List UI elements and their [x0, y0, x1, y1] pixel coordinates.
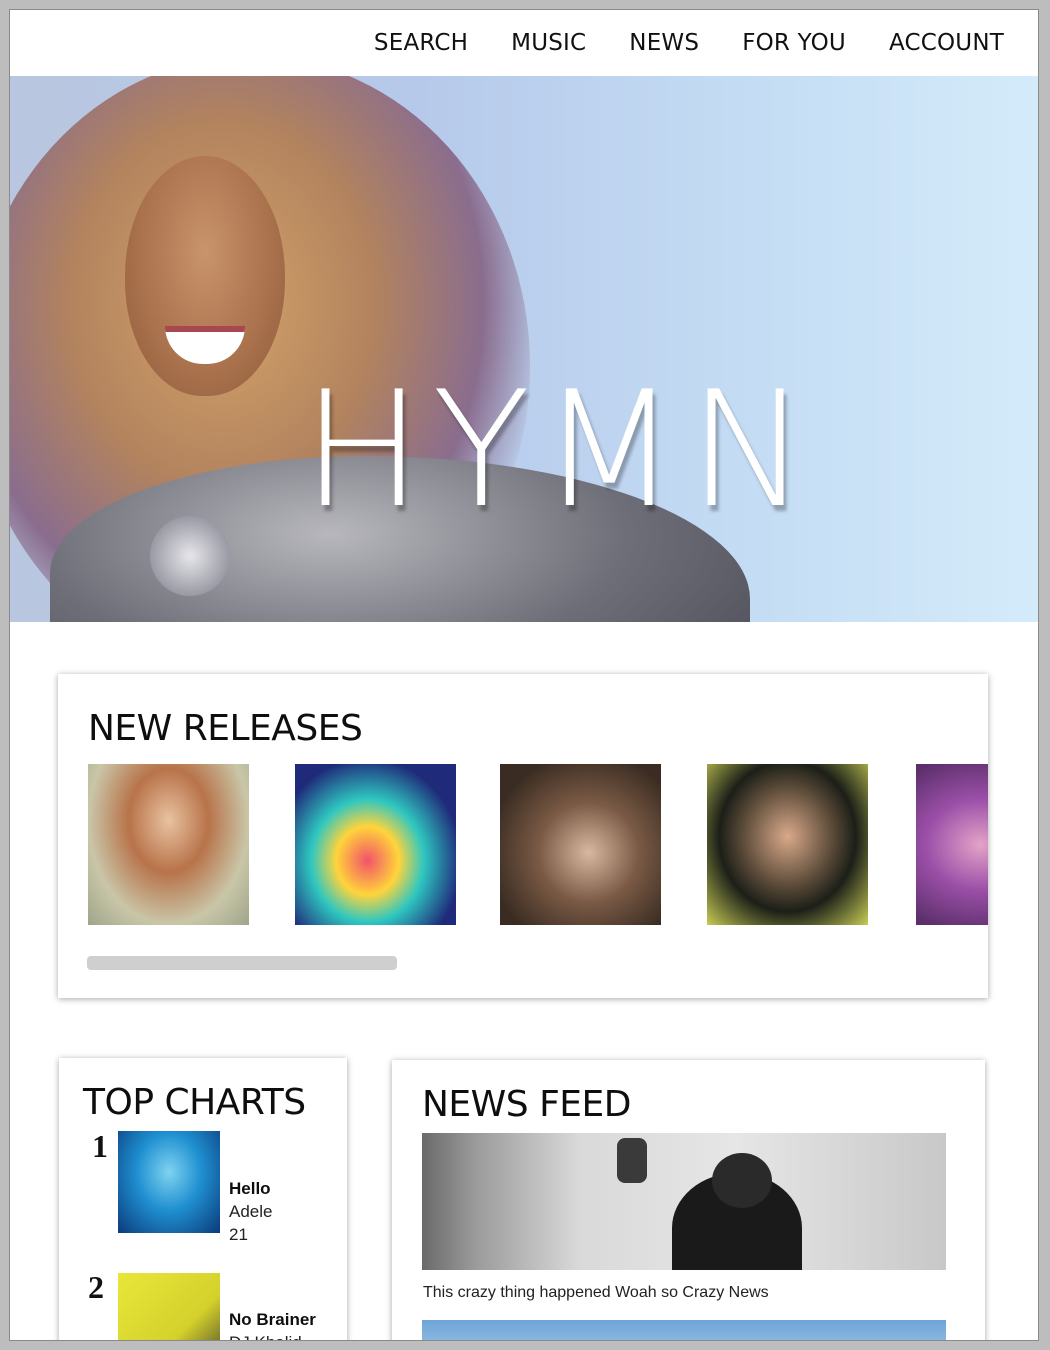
hero-logo: HYMN — [302, 356, 818, 543]
news-feed-title: NEWS FEED — [422, 1084, 632, 1125]
chart-cover-2[interactable] — [118, 1273, 220, 1340]
nav-search[interactable]: SEARCH — [374, 30, 468, 56]
nav-news[interactable]: NEWS — [629, 30, 699, 56]
chart-album-1: 21 — [229, 1225, 248, 1244]
chart-cover-1[interactable] — [118, 1131, 220, 1233]
news-image-head — [712, 1153, 772, 1208]
top-nav: SEARCH MUSIC NEWS FOR YOU ACCOUNT — [10, 10, 1038, 76]
chart-artist-2: DJ Khalid — [229, 1331, 316, 1340]
horizontal-scrollbar[interactable] — [87, 956, 397, 970]
nav-music[interactable]: MUSIC — [511, 30, 586, 56]
new-releases-card: NEW RELEASES — [58, 674, 988, 998]
news-feed-card: NEWS FEED This crazy thing happened Woah… — [392, 1060, 985, 1340]
chart-song-1: Hello — [229, 1179, 271, 1198]
chart-song-2: No Brainer — [229, 1310, 316, 1329]
nav-account[interactable]: ACCOUNT — [889, 30, 1004, 56]
album-cover-3[interactable] — [500, 764, 661, 925]
chart-rank-2: 2 — [88, 1269, 104, 1305]
nav-for-you[interactable]: FOR YOU — [742, 30, 846, 56]
album-cover-1[interactable] — [88, 764, 249, 925]
microphone-image — [150, 516, 230, 596]
hero-banner: HYMN — [10, 76, 1038, 622]
chart-rank-1: 1 — [92, 1128, 108, 1164]
top-charts-title: TOP CHARTS — [83, 1082, 306, 1123]
news-image-object — [617, 1138, 647, 1183]
news-caption-1[interactable]: This crazy thing happened Woah so Crazy … — [423, 1284, 769, 1302]
album-cover-4[interactable] — [707, 764, 868, 925]
page: SEARCH MUSIC NEWS FOR YOU ACCOUNT HYMN N… — [9, 9, 1039, 1341]
news-image-1[interactable] — [422, 1133, 946, 1270]
album-cover-2[interactable] — [295, 764, 456, 925]
new-releases-title: NEW RELEASES — [88, 708, 363, 749]
chart-artist-1: Adele — [229, 1202, 273, 1221]
chart-entry-2[interactable]: No Brainer DJ Khalid — [229, 1308, 316, 1340]
top-charts-card: TOP CHARTS 1 Hello Adele 21 2 No Brainer… — [59, 1058, 347, 1340]
chart-entry-1[interactable]: Hello Adele 21 — [229, 1177, 272, 1246]
album-cover-5[interactable] — [916, 764, 988, 925]
news-image-2[interactable] — [422, 1320, 946, 1340]
